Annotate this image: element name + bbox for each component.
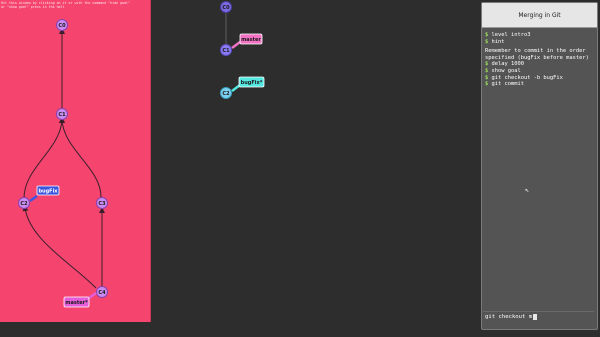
main-branch-master-label: master — [241, 37, 261, 43]
terminal-line: $ git checkout -b bugFix — [485, 75, 594, 82]
goal-commit-c0[interactable]: C0 — [56, 19, 68, 31]
prompt-symbol: $ — [485, 67, 489, 74]
prompt-symbol: $ — [485, 32, 489, 38]
goal-branch-master-label: master* — [65, 300, 88, 306]
main-commit-c1-label: C1 — [222, 48, 230, 54]
terminal-output: $ level intro3 $ hint Remember to commit… — [482, 28, 597, 92]
prompt-symbol: $ — [485, 38, 489, 45]
main-branch-bugfix-label: bugFix* — [241, 80, 263, 86]
terminal-line-text: Remember to commit in the order specifie… — [485, 48, 589, 61]
terminal-line: $ show goal — [485, 68, 594, 75]
terminal-line: $ level intro3 — [485, 32, 594, 39]
terminal-line: Remember to commit in the order specifie… — [485, 48, 594, 61]
goal-commit-c2[interactable]: C2 — [18, 197, 30, 209]
goal-commit-c4-label: C4 — [98, 290, 106, 296]
goal-commit-c1[interactable]: C1 — [56, 108, 68, 120]
main-branch-master[interactable]: master — [231, 33, 263, 49]
terminal-line-text: delay 1000 — [491, 61, 524, 68]
main-commit-c0[interactable]: C0 — [220, 1, 232, 13]
goal-edge-c3-c1 — [59, 117, 102, 198]
main-commit-c1[interactable]: C1 — [220, 44, 232, 56]
prompt-symbol: $ — [485, 61, 489, 68]
terminal-title-bar: Merging in Git — [482, 3, 597, 28]
goal-commit-c2-label: C2 — [20, 201, 28, 207]
mouse-pointer-icon: ↖ — [525, 186, 530, 194]
terminal-line: $ hint — [485, 39, 594, 46]
goal-commit-c4[interactable]: C4 — [96, 286, 108, 298]
terminal-line-text: git commit — [491, 81, 524, 88]
goal-branch-bugfix-label: bugFix — [38, 189, 58, 195]
goal-edges — [22, 28, 105, 289]
terminal-line: $ git commit — [485, 81, 594, 88]
command-input[interactable]: git checkout m — [483, 311, 594, 322]
goal-commit-c1-label: C1 — [58, 112, 66, 118]
goal-branch-master[interactable]: master* — [63, 291, 97, 308]
terminal-line-text: hint — [491, 38, 505, 45]
text-cursor — [533, 314, 538, 320]
prompt-symbol: $ — [485, 74, 489, 81]
goal-commit-c0-label: C0 — [58, 23, 66, 29]
command-input-value[interactable]: git checkout m — [485, 314, 532, 320]
goal-commit-c3[interactable]: C3 — [96, 197, 108, 209]
terminal-title: Merging in Git — [518, 11, 561, 19]
terminal-line: $ delay 1000 — [485, 61, 594, 68]
terminal-line-text: show goal — [491, 67, 521, 74]
main-commit-c2-label: C2 — [222, 91, 230, 97]
prompt-symbol: $ — [485, 81, 489, 88]
terminal-window[interactable]: Merging in Git $ level intro3 $ hint Rem… — [481, 2, 598, 330]
main-commit-c2[interactable]: C2 — [220, 87, 232, 99]
main-branch-bugfix[interactable]: bugFix* — [231, 76, 265, 92]
goal-branch-bugfix[interactable]: bugFix — [29, 185, 60, 203]
terminal-line-text: level intro3 — [491, 32, 531, 38]
goal-edge-c4-c2 — [22, 205, 97, 289]
main-commit-c0-label: C0 — [222, 5, 230, 11]
terminal-line-text: git checkout -b bugFix — [491, 74, 563, 81]
goal-commit-c3-label: C3 — [98, 201, 106, 207]
